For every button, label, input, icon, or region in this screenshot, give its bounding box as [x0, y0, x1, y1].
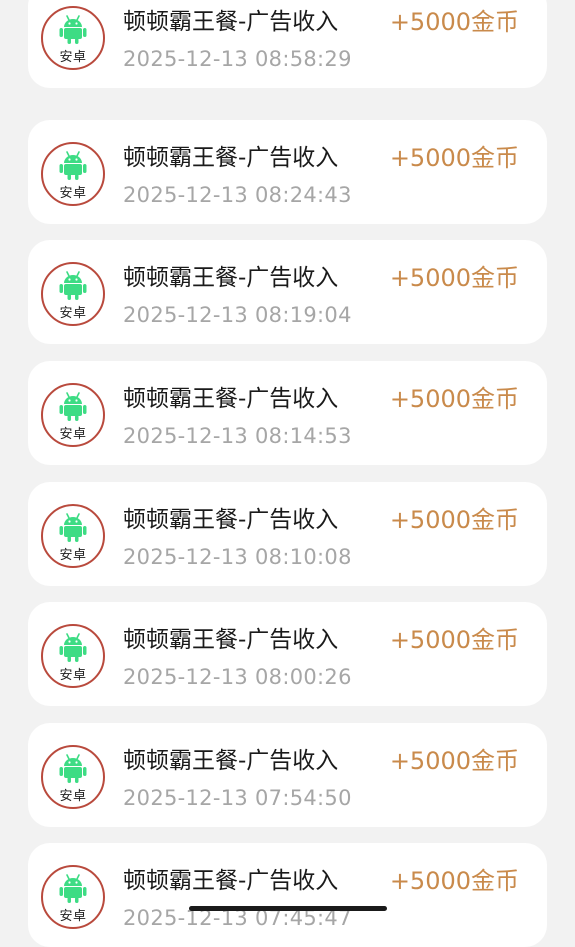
platform-badge: 安卓	[41, 504, 105, 568]
platform-badge: 安卓	[41, 865, 105, 929]
platform-badge: 安卓	[41, 262, 105, 326]
home-indicator[interactable]	[189, 906, 387, 911]
record-time: 2025-12-13 08:58:29	[123, 47, 352, 71]
record-amount: +5000金币	[389, 144, 519, 172]
android-icon	[59, 874, 87, 903]
record-card[interactable]: 安卓 顿顿霸王餐-广告收入 +5000金币 2025-12-13 08:14:5…	[28, 361, 547, 465]
record-time: 2025-12-13 08:24:43	[123, 183, 352, 207]
platform-label: 安卓	[59, 789, 87, 804]
platform-label: 安卓	[59, 548, 87, 563]
record-card[interactable]: 安卓 顿顿霸王餐-广告收入 +5000金币 2025-12-13 07:45:4…	[28, 843, 547, 947]
record-amount: +5000金币	[389, 747, 519, 775]
record-title: 顿顿霸王餐-广告收入	[123, 748, 339, 774]
platform-badge: 安卓	[41, 745, 105, 809]
android-icon	[59, 271, 87, 300]
record-card[interactable]: 安卓 顿顿霸王餐-广告收入 +5000金币 2025-12-13 08:24:4…	[28, 120, 547, 224]
record-card[interactable]: 安卓 顿顿霸王餐-广告收入 +5000金币 2025-12-13 07:54:5…	[28, 723, 547, 827]
platform-label: 安卓	[59, 306, 87, 321]
platform-label: 安卓	[59, 909, 87, 924]
record-amount: +5000金币	[389, 385, 519, 413]
android-icon	[59, 633, 87, 662]
record-time: 2025-12-13 08:14:53	[123, 424, 352, 448]
record-time: 2025-12-13 07:54:50	[123, 786, 352, 810]
record-title: 顿顿霸王餐-广告收入	[123, 627, 339, 653]
android-icon	[59, 15, 87, 44]
record-amount: +5000金币	[389, 8, 519, 36]
record-card[interactable]: 安卓 顿顿霸王餐-广告收入 +5000金币 2025-12-13 08:58:2…	[28, 0, 547, 88]
record-title: 顿顿霸王餐-广告收入	[123, 145, 339, 171]
platform-badge: 安卓	[41, 6, 105, 70]
record-title: 顿顿霸王餐-广告收入	[123, 265, 339, 291]
record-time: 2025-12-13 08:00:26	[123, 665, 352, 689]
record-title: 顿顿霸王餐-广告收入	[123, 868, 339, 894]
platform-label: 安卓	[59, 186, 87, 201]
android-icon	[59, 513, 87, 542]
record-card[interactable]: 安卓 顿顿霸王餐-广告收入 +5000金币 2025-12-13 08:10:0…	[28, 482, 547, 586]
platform-label: 安卓	[59, 668, 87, 683]
record-time: 2025-12-13 08:10:08	[123, 545, 352, 569]
record-title: 顿顿霸王餐-广告收入	[123, 386, 339, 412]
platform-badge: 安卓	[41, 624, 105, 688]
record-amount: +5000金币	[389, 506, 519, 534]
platform-badge: 安卓	[41, 383, 105, 447]
record-card[interactable]: 安卓 顿顿霸王餐-广告收入 +5000金币 2025-12-13 08:19:0…	[28, 240, 547, 344]
record-card[interactable]: 安卓 顿顿霸王餐-广告收入 +5000金币 2025-12-13 08:00:2…	[28, 602, 547, 706]
record-title: 顿顿霸王餐-广告收入	[123, 9, 339, 35]
platform-label: 安卓	[59, 50, 87, 65]
platform-label: 安卓	[59, 427, 87, 442]
record-time: 2025-12-13 08:19:04	[123, 303, 352, 327]
record-title: 顿顿霸王餐-广告收入	[123, 507, 339, 533]
platform-badge: 安卓	[41, 142, 105, 206]
android-icon	[59, 754, 87, 783]
android-icon	[59, 392, 87, 421]
record-amount: +5000金币	[389, 264, 519, 292]
record-amount: +5000金币	[389, 626, 519, 654]
record-amount: +5000金币	[389, 867, 519, 895]
android-icon	[59, 151, 87, 180]
